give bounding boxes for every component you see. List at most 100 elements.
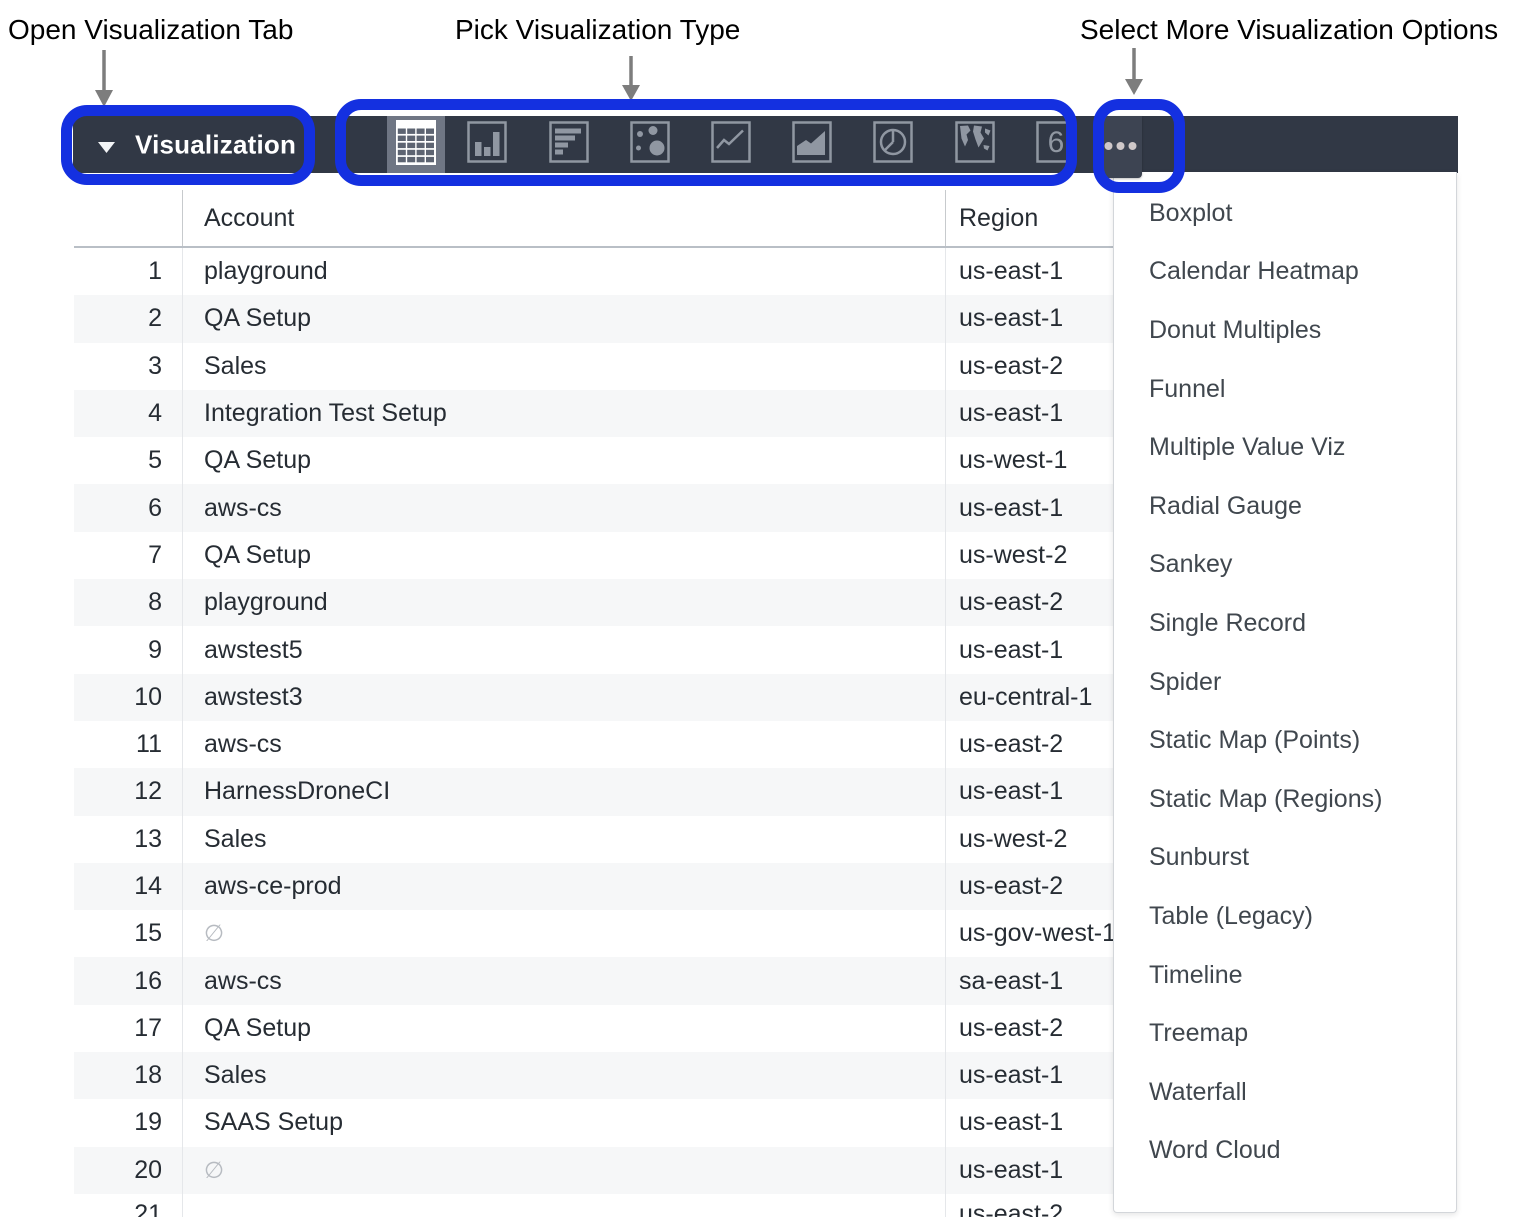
- menu-item-static-map-regions[interactable]: Static Map (Regions): [1114, 770, 1456, 829]
- row-number-cell: 6: [74, 494, 182, 523]
- account-cell: QA Setup: [182, 295, 945, 342]
- row-number-cell: 15: [74, 919, 182, 948]
- viz-type-single-value[interactable]: 6: [1027, 116, 1085, 173]
- line-chart-icon: [711, 121, 751, 168]
- chevron-down-icon: [98, 140, 115, 151]
- account-cell: aws-cs: [182, 484, 945, 531]
- region-cell: us-east-1: [945, 626, 1113, 673]
- annotation-pick-viz-type: Pick Visualization Type: [455, 14, 740, 46]
- row-number-cell: 20: [74, 1156, 182, 1185]
- menu-item-boxplot[interactable]: Boxplot: [1114, 184, 1456, 243]
- row-number-cell: 13: [74, 825, 182, 854]
- annotation-arrow-down-icon: [615, 56, 647, 107]
- ellipsis-icon: [1104, 138, 1137, 156]
- row-number-cell: 4: [74, 399, 182, 428]
- row-number-cell: 9: [74, 636, 182, 665]
- account-cell: playground: [182, 579, 945, 626]
- menu-item-single-record[interactable]: Single Record: [1114, 594, 1456, 653]
- screenshot-root: Open Visualization Tab Pick Visualizatio…: [0, 0, 1528, 1232]
- viz-type-pie-chart[interactable]: [864, 116, 922, 173]
- table-row: 14aws-ce-produs-east-2: [74, 863, 1113, 910]
- account-cell: Integration Test Setup: [182, 390, 945, 437]
- account-cell: playground: [182, 248, 945, 295]
- table-row: 15∅us-gov-west-1: [74, 910, 1113, 957]
- scatter-icon: [630, 121, 670, 168]
- table-row: 13Salesus-west-2: [74, 816, 1113, 863]
- menu-item-table-legacy[interactable]: Table (Legacy): [1114, 887, 1456, 946]
- menu-item-treemap[interactable]: Treemap: [1114, 1004, 1456, 1063]
- region-cell: us-west-1: [945, 437, 1113, 484]
- viz-type-column-chart[interactable]: [458, 116, 516, 173]
- account-cell: [182, 1194, 945, 1217]
- menu-item-radial-gauge[interactable]: Radial Gauge: [1114, 477, 1456, 536]
- region-cell: us-east-1: [945, 390, 1113, 437]
- table-body: 1playgroundus-east-12QA Setupus-east-13S…: [74, 248, 1113, 1217]
- menu-item-static-map-points[interactable]: Static Map (Points): [1114, 711, 1456, 770]
- row-number-cell: 7: [74, 541, 182, 570]
- svg-text:6: 6: [1048, 126, 1065, 159]
- table-row: 2QA Setupus-east-1: [74, 295, 1113, 342]
- table-row: 7QA Setupus-west-2: [74, 532, 1113, 579]
- viz-type-table[interactable]: [387, 116, 445, 173]
- single-value-icon: 6: [1036, 121, 1076, 168]
- menu-item-spider[interactable]: Spider: [1114, 653, 1456, 712]
- menu-item-word-cloud[interactable]: Word Cloud: [1114, 1122, 1456, 1181]
- table-row: 17QA Setupus-east-2: [74, 1005, 1113, 1052]
- region-cell: us-east-1: [945, 1052, 1113, 1099]
- account-cell: Sales: [182, 343, 945, 390]
- more-viz-options-menu: BoxplotCalendar HeatmapDonut MultiplesFu…: [1113, 172, 1457, 1213]
- annotation-open-viz-tab: Open Visualization Tab: [8, 14, 293, 46]
- table-row: 8playgroundus-east-2: [74, 579, 1113, 626]
- row-number-cell: 18: [74, 1061, 182, 1090]
- map-icon: [955, 121, 995, 168]
- row-number-cell: 2: [74, 304, 182, 333]
- viz-type-line-chart[interactable]: [702, 116, 760, 173]
- annotation-more-viz-options: Select More Visualization Options: [1080, 14, 1498, 46]
- visualization-tab[interactable]: Visualization: [73, 116, 315, 173]
- table-row: 21us-east-2: [74, 1194, 1113, 1217]
- region-cell: us-east-1: [945, 295, 1113, 342]
- row-number-cell: 12: [74, 777, 182, 806]
- region-cell: us-gov-west-1: [945, 910, 1113, 957]
- more-viz-options-button[interactable]: [1099, 116, 1142, 178]
- results-table: Account Region 1playgroundus-east-12QA S…: [74, 190, 1113, 1217]
- menu-item-funnel[interactable]: Funnel: [1114, 360, 1456, 419]
- account-cell: awstest3: [182, 674, 945, 721]
- region-cell: us-east-2: [945, 579, 1113, 626]
- table-row: 19SAAS Setupus-east-1: [74, 1099, 1113, 1146]
- viz-type-scatter[interactable]: [621, 116, 679, 173]
- account-cell: Sales: [182, 816, 945, 863]
- menu-item-timeline[interactable]: Timeline: [1114, 946, 1456, 1005]
- area-chart-icon: [792, 121, 832, 168]
- table-row: 3Salesus-east-2: [74, 343, 1113, 390]
- table-row: 10awstest3eu-central-1: [74, 674, 1113, 721]
- menu-item-multiple-value-viz[interactable]: Multiple Value Viz: [1114, 418, 1456, 477]
- viz-type-area-chart[interactable]: [783, 116, 841, 173]
- menu-item-sunburst[interactable]: Sunburst: [1114, 829, 1456, 888]
- menu-item-waterfall[interactable]: Waterfall: [1114, 1063, 1456, 1122]
- row-number-cell: 16: [74, 967, 182, 996]
- table-row: 20∅us-east-1: [74, 1147, 1113, 1194]
- menu-item-calendar-heatmap[interactable]: Calendar Heatmap: [1114, 243, 1456, 302]
- region-cell: us-west-2: [945, 532, 1113, 579]
- account-cell: HarnessDroneCI: [182, 768, 945, 815]
- column-header-account[interactable]: Account: [182, 190, 945, 246]
- table-row: 5QA Setupus-west-1: [74, 437, 1113, 484]
- viz-type-bar-chart[interactable]: [540, 116, 598, 173]
- menu-item-donut-multiples[interactable]: Donut Multiples: [1114, 301, 1456, 360]
- row-number-cell: 17: [74, 1014, 182, 1043]
- region-cell: us-east-2: [945, 1194, 1113, 1217]
- menu-item-sankey[interactable]: Sankey: [1114, 536, 1456, 595]
- viz-type-map[interactable]: [946, 116, 1004, 173]
- column-header-region[interactable]: Region: [945, 190, 1113, 246]
- table-row: 1playgroundus-east-1: [74, 248, 1113, 295]
- annotation-arrow-down-icon: [1118, 48, 1150, 101]
- account-cell: aws-cs: [182, 721, 945, 768]
- region-cell: us-east-1: [945, 248, 1113, 295]
- row-number-header: [74, 190, 182, 246]
- region-cell: us-east-1: [945, 1099, 1113, 1146]
- account-cell: ∅: [182, 1147, 945, 1194]
- row-number-cell: 3: [74, 352, 182, 381]
- table-row: 4Integration Test Setupus-east-1: [74, 390, 1113, 437]
- row-number-cell: 19: [74, 1108, 182, 1137]
